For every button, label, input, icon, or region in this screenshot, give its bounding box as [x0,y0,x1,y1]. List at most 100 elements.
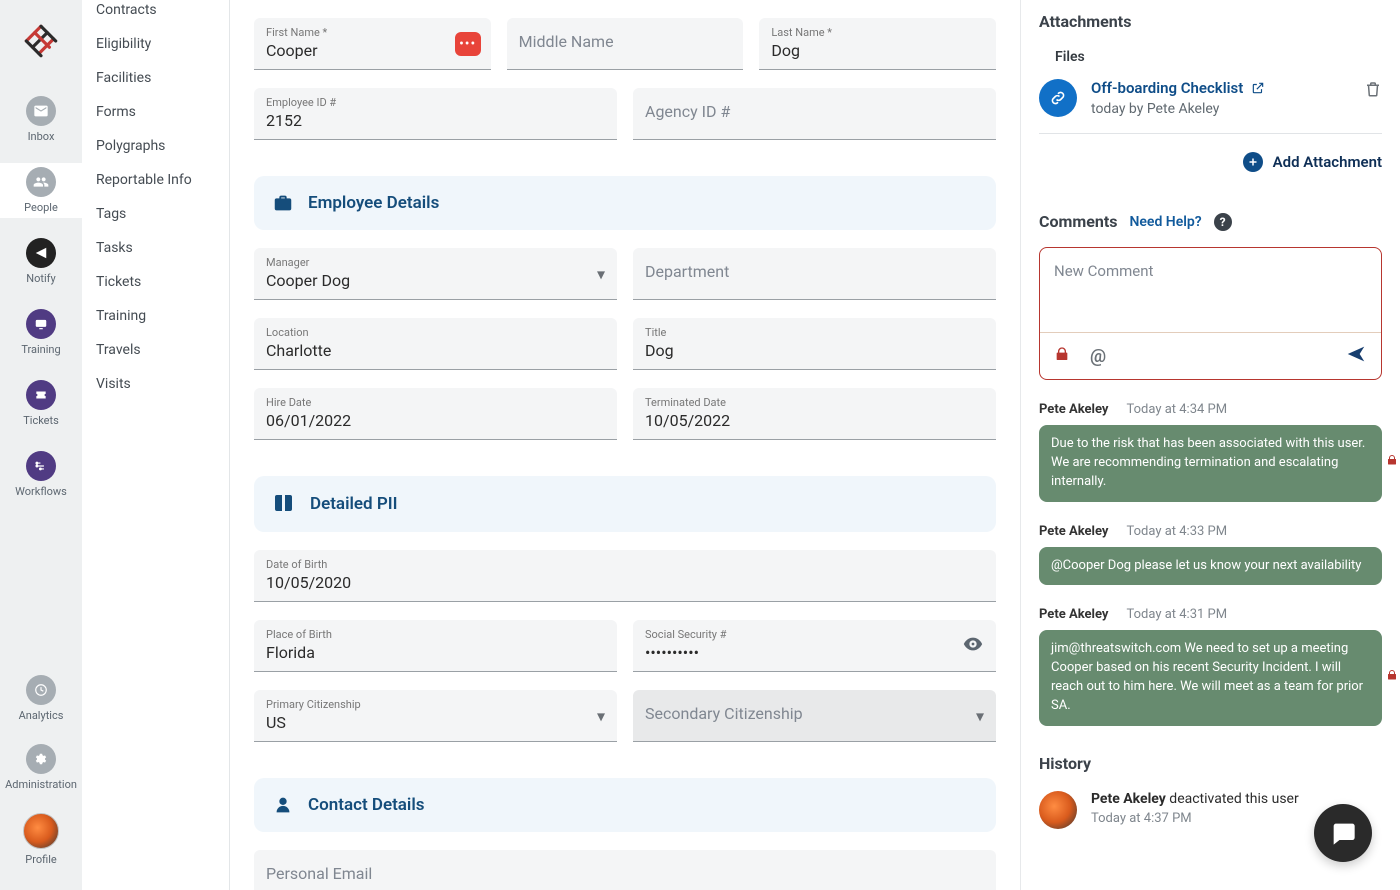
nickname-chip-icon[interactable]: ••• [455,32,481,56]
comment-entry: Pete Akeley Today at 4:34 PM Due to the … [1039,402,1382,502]
link-icon [1039,79,1077,117]
agency-id-field[interactable]: Agency ID # [633,88,996,140]
field-value: 06/01/2022 [266,411,605,431]
rail-label: People [24,201,58,214]
field-label: Social Security # [645,628,984,641]
send-icon[interactable] [1345,343,1367,369]
eye-icon[interactable] [962,633,984,659]
files-label: Files [1055,49,1382,65]
briefcase-icon [272,192,294,214]
comment-body: @Cooper Dog please let us know your next… [1039,547,1382,586]
section-title: Detailed PII [310,494,398,514]
trash-icon[interactable] [1364,79,1382,103]
comment-toolbar: @ [1040,332,1381,379]
subnav-travels[interactable]: Travels [82,333,229,367]
middle-name-field[interactable]: Middle Name [507,18,744,70]
rail-label: Workflows [15,485,67,498]
comment-time: Today at 4:34 PM [1126,402,1227,417]
subnav-visits[interactable]: Visits [82,367,229,401]
rail-tickets[interactable]: Tickets [0,376,82,431]
subnav-tags[interactable]: Tags [82,197,229,231]
subnav-forms[interactable]: Forms [82,95,229,129]
rail-admin[interactable]: Administration [0,740,82,795]
need-help-link[interactable]: Need Help? [1129,214,1201,230]
section-title: Contact Details [308,795,425,815]
gear-icon [26,744,56,774]
rail-notify[interactable]: Notify [0,234,82,289]
rail-training[interactable]: Training [0,305,82,360]
main-form: First Name * Cooper ••• Middle Name Last… [230,0,1020,890]
field-value: Dog [771,41,984,61]
attachment-link[interactable]: Off-boarding Checklist [1091,79,1350,97]
field-label: Primary Citizenship [266,698,605,711]
attachment-row: Off-boarding Checklist today by Pete Ake… [1039,79,1382,134]
rail-label: Profile [25,853,56,866]
dob-field[interactable]: Date of Birth 10/05/2020 [254,550,996,602]
location-field[interactable]: Location Charlotte [254,318,617,370]
add-attachment-button[interactable]: Add Attachment [1039,152,1382,172]
first-name-field[interactable]: First Name * Cooper ••• [254,18,491,70]
subnav-training[interactable]: Training [82,299,229,333]
comment-author: Pete Akeley [1039,402,1108,417]
rail-label: Administration [5,778,77,791]
field-placeholder: Agency ID # [645,102,984,121]
comment-entry: Pete Akeley Today at 4:33 PM @Cooper Dog… [1039,524,1382,586]
training-icon [26,309,56,339]
department-field[interactable]: Department [633,248,996,300]
history-time: Today at 4:37 PM [1091,811,1299,826]
notify-icon [26,238,56,268]
last-name-field[interactable]: Last Name * Dog [759,18,996,70]
subnav-tickets[interactable]: Tickets [82,265,229,299]
field-value: Cooper Dog [266,271,605,291]
help-icon[interactable]: ? [1214,213,1232,231]
chevron-down-icon: ▾ [976,706,984,725]
subnav-reportable[interactable]: Reportable Info [82,163,229,197]
subnav-facilities[interactable]: Facilities [82,61,229,95]
attachment-title: Off-boarding Checklist [1091,79,1243,97]
field-placeholder: Department [645,262,984,281]
rail-people[interactable]: People [0,163,82,218]
pob-field[interactable]: Place of Birth Florida [254,620,617,672]
personal-email-field[interactable]: Personal Email [254,850,996,890]
field-value: Cooper [266,41,479,61]
secondary-citizenship-field[interactable]: Secondary Citizenship ▾ [633,690,996,742]
field-value: Dog [645,341,984,361]
hire-date-field[interactable]: Hire Date 06/01/2022 [254,388,617,440]
field-value: 10/05/2022 [645,411,984,431]
employee-id-field[interactable]: Employee ID # 2152 [254,88,617,140]
lock-icon[interactable] [1054,345,1070,367]
lock-icon [1386,452,1398,471]
mention-icon[interactable]: @ [1090,346,1106,367]
people-icon [26,167,56,197]
subnav-eligibility[interactable]: Eligibility [82,27,229,61]
rail-inbox[interactable]: Inbox [0,92,82,147]
comment-input[interactable]: New Comment [1040,248,1381,332]
subnav-contracts[interactable]: Contracts [82,2,229,27]
external-link-icon [1251,81,1265,95]
terminated-date-field[interactable]: Terminated Date 10/05/2022 [633,388,996,440]
subnav-polygraphs[interactable]: Polygraphs [82,129,229,163]
comment-author: Pete Akeley [1039,524,1108,539]
subnav-tasks[interactable]: Tasks [82,231,229,265]
field-placeholder: Secondary Citizenship [645,704,984,723]
rail-analytics[interactable]: Analytics [0,671,82,726]
field-label: Last Name * [771,26,984,39]
avatar [1039,791,1077,829]
field-label: Date of Birth [266,558,984,571]
rail-profile[interactable]: Profile [0,809,82,870]
comment-body: jim@threatswitch.com We need to set up a… [1039,630,1382,725]
comment-time: Today at 4:33 PM [1126,524,1227,539]
workflows-icon [26,451,56,481]
rail-label: Notify [26,272,55,285]
sub-nav: Contracts Eligibility Facilities Forms P… [82,0,230,890]
history-text: Pete Akeley deactivated this user [1091,791,1299,807]
primary-citizenship-field[interactable]: Primary Citizenship US ▾ [254,690,617,742]
chat-fab[interactable] [1314,804,1372,862]
field-value: Charlotte [266,341,605,361]
ssn-field[interactable]: Social Security # •••••••••• [633,620,996,672]
rail-workflows[interactable]: Workflows [0,447,82,502]
manager-field[interactable]: Manager Cooper Dog ▾ [254,248,617,300]
field-value: •••••••••• [645,643,984,663]
plus-icon [1243,152,1263,172]
title-field[interactable]: Title Dog [633,318,996,370]
